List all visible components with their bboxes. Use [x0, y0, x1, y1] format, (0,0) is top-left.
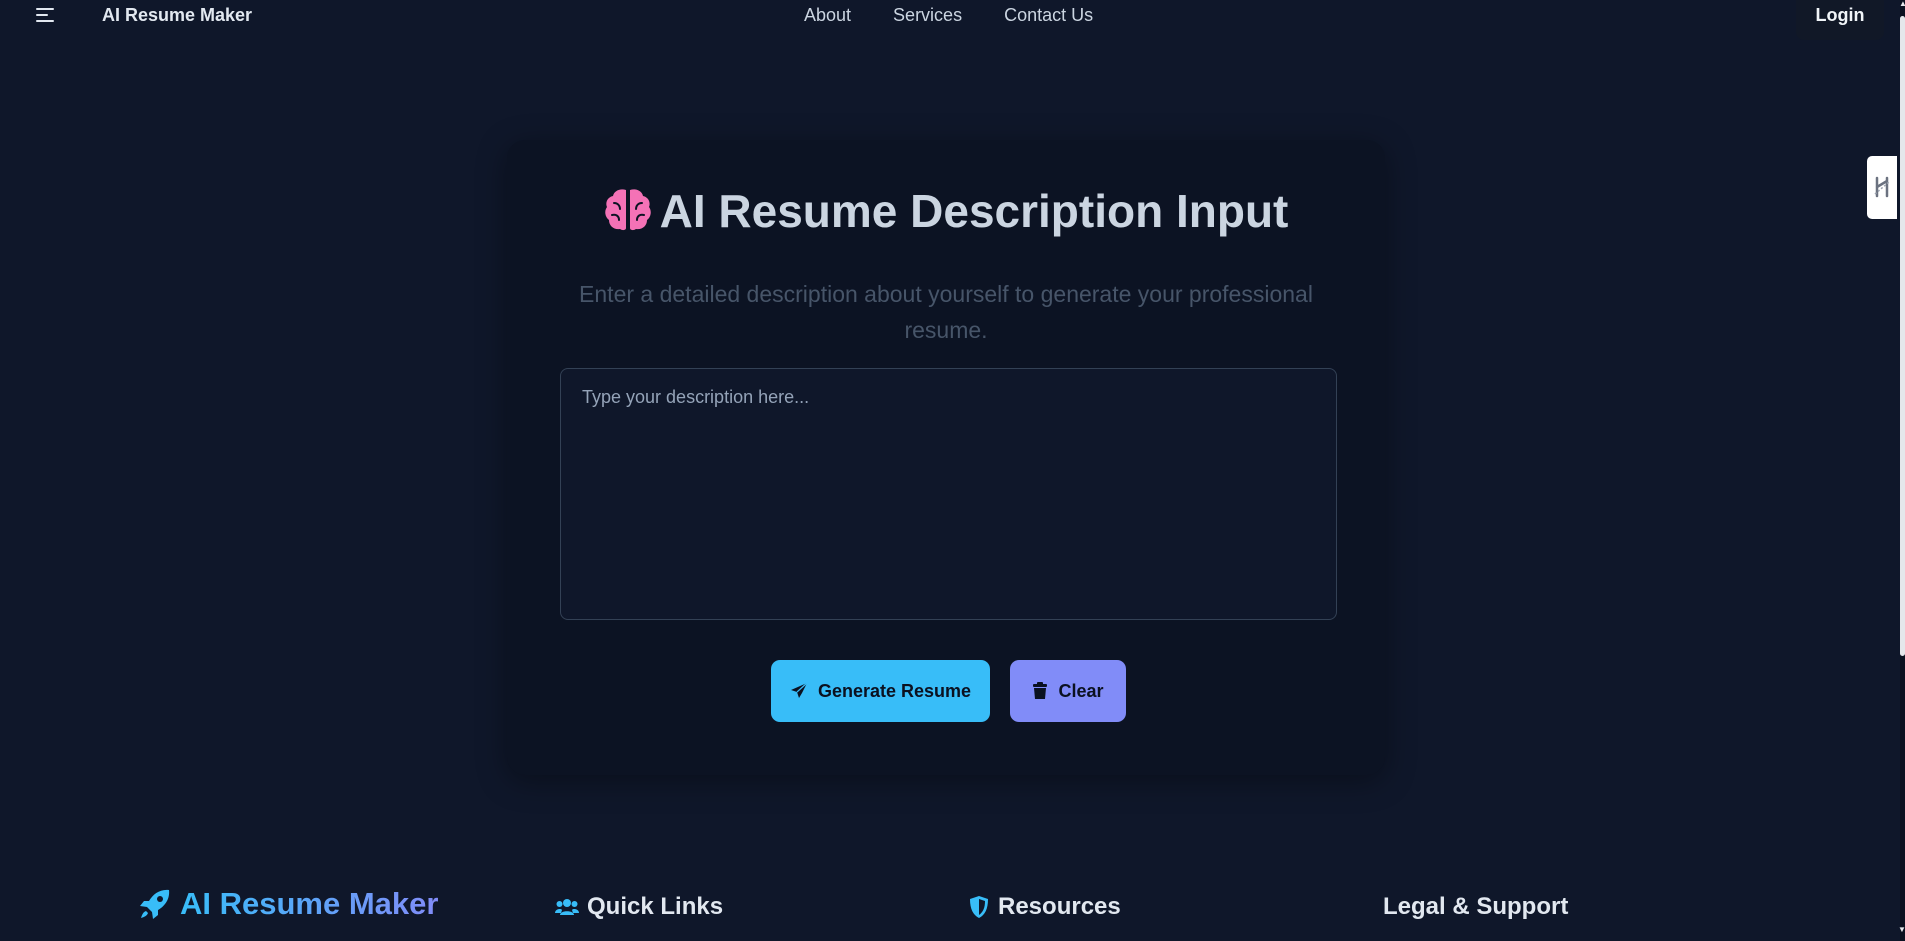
- nav-link-contact[interactable]: Contact Us: [1004, 5, 1093, 26]
- page-subtitle: Enter a detailed description about yours…: [579, 281, 1313, 343]
- rocket-icon: [140, 889, 170, 919]
- extension-icon: [1874, 176, 1890, 198]
- paper-plane-icon: [790, 682, 808, 698]
- side-extension-widget[interactable]: [1867, 156, 1897, 219]
- generate-resume-button[interactable]: Generate Resume: [771, 660, 990, 722]
- trash-icon: [1033, 682, 1048, 699]
- page-title-text: AI Resume Description Input: [659, 185, 1289, 237]
- description-input[interactable]: [560, 368, 1337, 620]
- login-button[interactable]: Login: [1796, 0, 1884, 40]
- footer-quick-links-heading: Quick Links: [555, 893, 723, 921]
- resume-input-card: AI Resume Description Input Enter a deta…: [507, 140, 1385, 775]
- footer-legal-heading: Legal & Support: [1383, 893, 1568, 921]
- nav-link-services[interactable]: Services: [893, 5, 962, 26]
- clear-label: Clear: [1058, 680, 1104, 701]
- nav-link-about[interactable]: About: [804, 5, 851, 26]
- brand-logo-text[interactable]: AI Resume Maker: [102, 5, 252, 26]
- legal-support-title: Legal & Support: [1383, 893, 1569, 920]
- footer-brand[interactable]: AI Resume Maker: [138, 886, 438, 922]
- brain-icon: [604, 189, 651, 231]
- hamburger-icon[interactable]: [34, 5, 56, 25]
- quick-links-title: Quick Links: [587, 893, 724, 920]
- scroll-up-icon[interactable]: ▲: [1899, 0, 1905, 8]
- top-navbar: AI Resume Maker About Services Contact U…: [0, 0, 1900, 40]
- page-title: AI Resume Description Input: [507, 184, 1385, 238]
- footer-resources-heading: Resources: [968, 893, 1121, 921]
- users-icon: [555, 899, 579, 915]
- nav-links: About Services Contact Us: [804, 5, 1093, 26]
- resources-title: Resources: [998, 893, 1121, 920]
- shield-icon: [970, 896, 988, 918]
- footer-brand-text: AI Resume Maker: [180, 886, 439, 921]
- scrollbar-thumb[interactable]: [1900, 16, 1905, 656]
- generate-resume-label: Generate Resume: [817, 680, 972, 701]
- clear-button[interactable]: Clear: [1010, 660, 1126, 722]
- scroll-down-icon[interactable]: ▼: [1898, 926, 1905, 934]
